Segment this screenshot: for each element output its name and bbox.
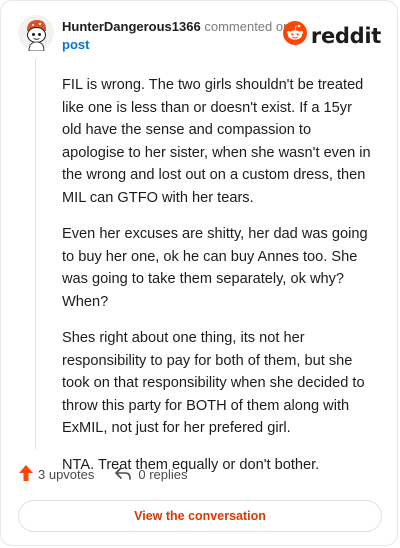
comment-footer: 3 upvotes 0 replies <box>18 464 188 485</box>
reply-arrow-icon <box>114 465 138 484</box>
upvote-count: 3 upvotes <box>38 467 95 482</box>
avatar[interactable] <box>18 15 54 52</box>
brand-name: reddit <box>310 23 381 48</box>
comment-paragraph: Even her excuses are shitty, her dad was… <box>62 226 368 310</box>
view-conversation-button[interactable]: View the conversation <box>18 500 382 532</box>
comment-paragraph: Shes right about one thing, its not her … <box>62 330 365 436</box>
post-link[interactable]: post <box>62 36 302 54</box>
username[interactable]: HunterDangerous1366 <box>62 19 201 34</box>
reddit-brand[interactable]: reddit <box>282 21 381 50</box>
thread-line <box>35 59 36 449</box>
comment-header: HunterDangerous1366 commented on post <box>62 18 302 54</box>
reddit-logo-icon <box>282 21 307 50</box>
upvote-button[interactable]: 3 upvotes <box>18 464 94 485</box>
comment-body: FIL is wrong. The two girls shouldn't be… <box>62 74 374 490</box>
comment-paragraph: FIL is wrong. The two girls shouldn't be… <box>62 77 371 206</box>
replies-button[interactable]: 0 replies <box>114 465 188 484</box>
action-text: commented on <box>204 19 291 34</box>
replies-count: 0 replies <box>138 467 188 482</box>
comment-embed-card: HunterDangerous1366 commented on post re… <box>0 0 398 546</box>
upvote-arrow-icon <box>18 464 38 485</box>
